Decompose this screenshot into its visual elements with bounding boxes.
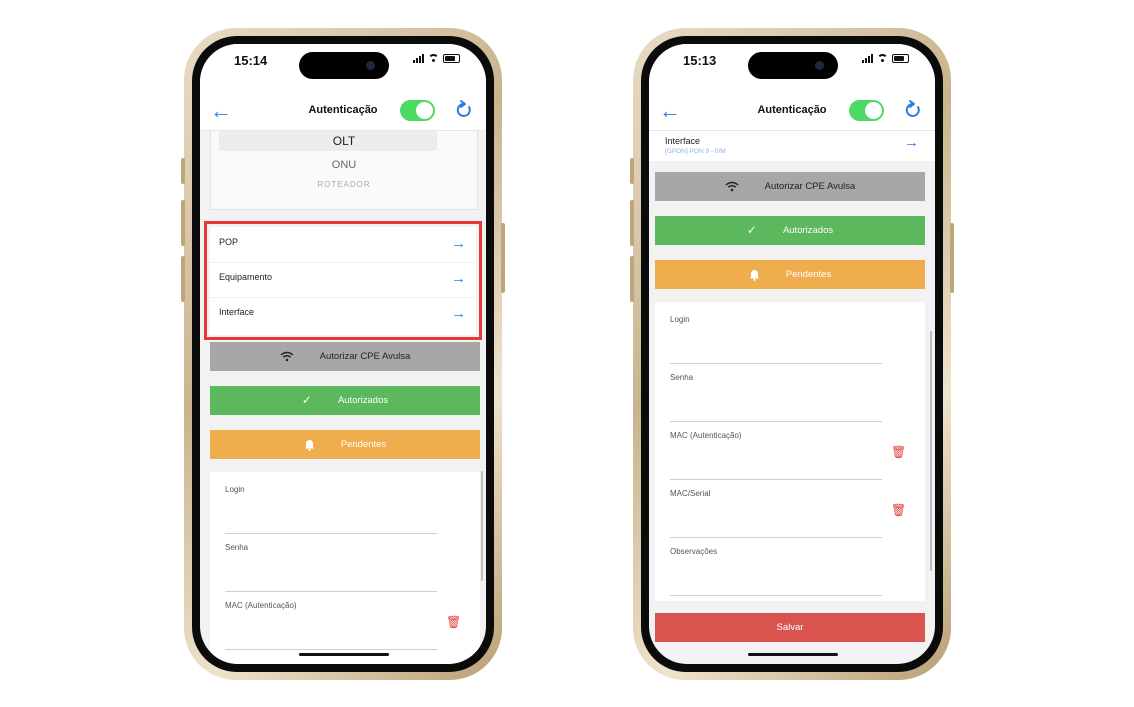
login-label: Login bbox=[670, 315, 690, 324]
wifi-status-icon bbox=[428, 54, 439, 63]
auth-toggle[interactable] bbox=[400, 100, 435, 121]
status-time: 15:13 bbox=[683, 53, 717, 68]
bell-icon bbox=[304, 430, 315, 459]
left-screen: 15:14 ← Autenticação OLT ONU ROTEADOR PO… bbox=[200, 44, 486, 664]
home-indicator[interactable] bbox=[748, 653, 838, 656]
login-field[interactable]: Login bbox=[670, 315, 882, 364]
interface-value: [GPON] PON 9 - 0/M bbox=[665, 148, 726, 155]
notes-label: Observações bbox=[670, 547, 718, 556]
page-title: Autenticação bbox=[757, 104, 827, 116]
scrollbar[interactable] bbox=[481, 471, 483, 581]
scroll-content[interactable]: Interface [GPON] PON 9 - 0/M → Autorizar… bbox=[649, 131, 935, 664]
wifi-icon bbox=[725, 172, 739, 201]
save-label: Salvar bbox=[776, 622, 804, 633]
status-bar: 15:13 bbox=[649, 44, 935, 92]
scrollbar[interactable] bbox=[930, 331, 932, 571]
mac-auth-field[interactable]: MAC (Autenticação) bbox=[225, 601, 437, 650]
pending-button[interactable]: Pendentes bbox=[655, 260, 925, 289]
authorize-cpe-label: Autorizar CPE Avulsa bbox=[319, 351, 411, 362]
status-time: 15:14 bbox=[234, 53, 268, 68]
check-icon: ✓ bbox=[746, 223, 757, 237]
authorize-cpe-button[interactable]: Autorizar CPE Avulsa bbox=[210, 342, 480, 371]
authorized-label: Autorizados bbox=[337, 395, 389, 406]
authorized-button[interactable]: ✓ Autorizados bbox=[210, 386, 480, 415]
picker-option[interactable]: OLT bbox=[211, 134, 477, 148]
authorize-cpe-label: Autorizar CPE Avulsa bbox=[764, 181, 856, 192]
trash-icon[interactable]: 🗑 bbox=[891, 504, 906, 516]
auth-form: Login Senha MAC (Autenticação) 🗑 bbox=[210, 472, 480, 664]
arrow-right-icon: → bbox=[904, 134, 919, 151]
battery-icon bbox=[443, 54, 460, 63]
trash-icon[interactable]: 🗑 bbox=[891, 446, 906, 458]
authorized-label: Autorizados bbox=[782, 225, 834, 236]
mac-auth-field[interactable]: MAC (Autenticação) bbox=[670, 431, 882, 480]
home-indicator[interactable] bbox=[299, 653, 389, 656]
right-phone: 15:13 ← Autenticação Interface [GPON] PO… bbox=[630, 28, 954, 680]
check-icon: ✓ bbox=[301, 393, 312, 407]
interface-row[interactable]: Interface [GPON] PON 9 - 0/M → bbox=[649, 131, 935, 161]
right-screen: 15:13 ← Autenticação Interface [GPON] PO… bbox=[649, 44, 935, 664]
nav-bar: ← Autenticação bbox=[649, 92, 935, 131]
dynamic-island bbox=[299, 52, 389, 79]
trash-icon[interactable]: 🗑 bbox=[446, 616, 461, 628]
mac-auth-label: MAC (Autenticação) bbox=[225, 601, 297, 610]
login-field[interactable]: Login bbox=[225, 485, 437, 534]
pending-label: Pendentes bbox=[785, 269, 832, 280]
password-label: Senha bbox=[670, 373, 694, 382]
page-title: Autenticação bbox=[308, 104, 378, 116]
mac-serial-label: MAC/Serial bbox=[670, 489, 711, 498]
nav-bar: ← Autenticação bbox=[200, 92, 486, 131]
scroll-content[interactable]: OLT ONU ROTEADOR POP → Equipamento → Int… bbox=[200, 131, 486, 664]
save-button[interactable]: Salvar bbox=[655, 613, 925, 642]
bell-icon bbox=[749, 260, 760, 289]
refresh-icon[interactable] bbox=[454, 99, 474, 121]
auth-toggle[interactable] bbox=[849, 100, 884, 121]
dynamic-island bbox=[748, 52, 838, 79]
signal-icon bbox=[413, 54, 424, 63]
login-label: Login bbox=[225, 485, 245, 494]
wifi-icon bbox=[280, 342, 294, 371]
refresh-icon[interactable] bbox=[903, 99, 923, 121]
device-type-picker[interactable]: OLT ONU ROTEADOR bbox=[210, 131, 478, 210]
pending-button[interactable]: Pendentes bbox=[210, 430, 480, 459]
highlight-box bbox=[204, 221, 482, 340]
selection-list: Interface [GPON] PON 9 - 0/M → bbox=[649, 131, 935, 161]
mac-auth-label: MAC (Autenticação) bbox=[670, 431, 742, 440]
password-label: Senha bbox=[225, 543, 249, 552]
picker-option[interactable]: ONU bbox=[211, 159, 477, 171]
pending-label: Pendentes bbox=[340, 439, 387, 450]
auth-form: Login Senha MAC (Autenticação) 🗑 MAC/Ser… bbox=[655, 302, 925, 601]
status-bar: 15:14 bbox=[200, 44, 486, 92]
left-phone: 15:14 ← Autenticação OLT ONU ROTEADOR PO… bbox=[181, 28, 505, 680]
authorize-cpe-button[interactable]: Autorizar CPE Avulsa bbox=[655, 172, 925, 201]
interface-label: Interface bbox=[665, 136, 701, 146]
wifi-status-icon bbox=[877, 54, 888, 63]
picker-option[interactable]: ROTEADOR bbox=[211, 180, 477, 189]
password-field[interactable]: Senha bbox=[670, 373, 882, 422]
password-field[interactable]: Senha bbox=[225, 543, 437, 592]
authorized-button[interactable]: ✓ Autorizados bbox=[655, 216, 925, 245]
battery-icon bbox=[892, 54, 909, 63]
signal-icon bbox=[862, 54, 873, 63]
mac-serial-field[interactable]: MAC/Serial bbox=[670, 489, 882, 538]
notes-field[interactable]: Observações bbox=[670, 547, 882, 596]
